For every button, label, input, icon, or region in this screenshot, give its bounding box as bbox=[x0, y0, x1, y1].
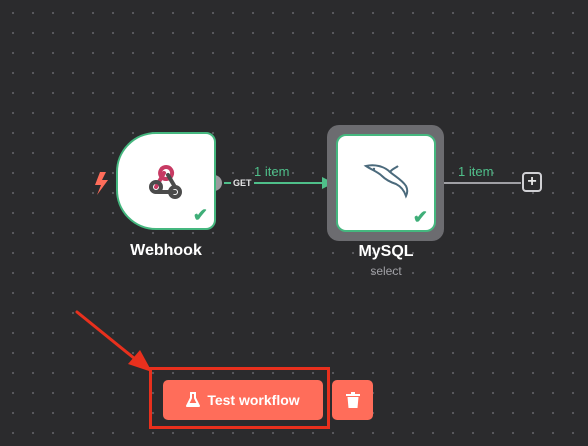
add-node-button[interactable]: + bbox=[522, 172, 542, 192]
check-icon: ✔ bbox=[412, 207, 428, 227]
mysql-dolphin-icon bbox=[363, 164, 409, 199]
webhook-icon bbox=[149, 164, 183, 199]
trash-icon bbox=[345, 392, 360, 408]
webhook-node-title: Webhook bbox=[130, 242, 202, 259]
annotation-highlight-box bbox=[149, 367, 330, 429]
lightning-bolt-icon bbox=[95, 172, 108, 195]
check-icon: ✔ bbox=[192, 205, 208, 225]
edge-item-count-label: 1 item bbox=[254, 164, 290, 179]
edge-item-count-label: 1 item bbox=[458, 164, 494, 179]
webhook-output-label: GET bbox=[231, 178, 254, 188]
mysql-node[interactable]: ✔ bbox=[336, 134, 436, 232]
mysql-node-subtitle: select bbox=[370, 264, 402, 278]
mysql-node-title: MySQL bbox=[358, 243, 414, 260]
webhook-node[interactable]: ✔ bbox=[116, 132, 216, 230]
delete-button[interactable] bbox=[332, 380, 373, 420]
workflow-canvas[interactable]: ✔ Webhook GET ✔ MySQL select 1 item 1 it… bbox=[0, 0, 588, 446]
plus-icon: + bbox=[527, 173, 537, 190]
annotation-arrow bbox=[75, 310, 152, 372]
